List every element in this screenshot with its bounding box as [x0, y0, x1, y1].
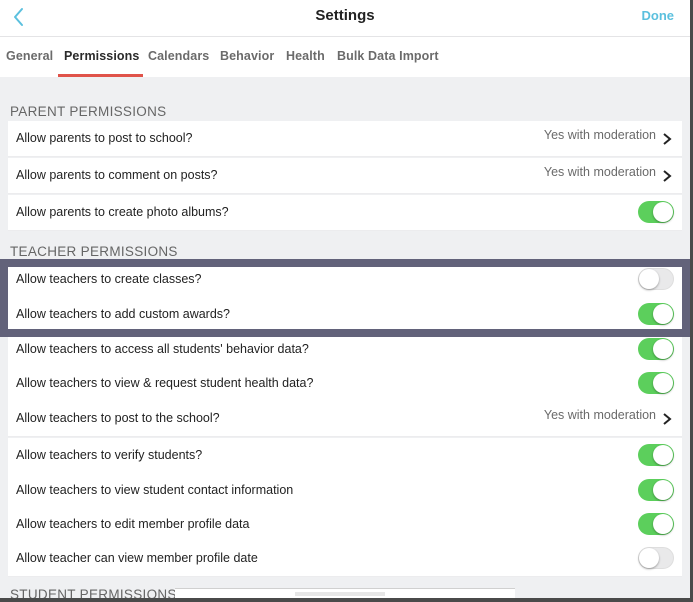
tab-health[interactable]: Health: [286, 49, 325, 63]
chevron-right-icon[interactable]: [662, 132, 672, 146]
toggle-knob: [653, 373, 673, 393]
tab-permissions[interactable]: Permissions: [64, 49, 139, 63]
setting-value[interactable]: Yes with moderation: [544, 165, 656, 179]
toggle-switch[interactable]: [638, 338, 674, 360]
toggle-knob: [653, 514, 673, 534]
toggle-knob: [653, 445, 673, 465]
done-button[interactable]: Done: [642, 8, 675, 23]
setting-row-teachers-edit-profile: Allow teachers to edit member profile da…: [8, 507, 682, 543]
setting-row-teachers-create-classes: Allow teachers to create classes?: [8, 262, 682, 298]
setting-label: Allow parents to comment on posts?: [16, 168, 218, 182]
tab-bulk-data-import[interactable]: Bulk Data Import: [337, 49, 439, 63]
tab-calendars[interactable]: Calendars: [148, 49, 209, 63]
toggle-switch[interactable]: [638, 513, 674, 535]
tab-behavior[interactable]: Behavior: [220, 49, 274, 63]
setting-row-parents-comment[interactable]: Allow parents to comment on posts? Yes w…: [8, 158, 682, 194]
active-tab-indicator: [58, 74, 143, 77]
setting-label: Allow parents to create photo albums?: [16, 205, 229, 219]
toggle-knob: [653, 480, 673, 500]
section-header-student-permissions: STUDENT PERMISSIONS: [10, 587, 177, 598]
setting-row-teachers-verify-students: Allow teachers to verify students?: [8, 438, 682, 474]
bottom-overlay-bar: [175, 588, 515, 598]
setting-row-teachers-behavior-data: Allow teachers to access all students' b…: [8, 332, 682, 368]
setting-label: Allow teachers to access all students' b…: [16, 342, 309, 356]
setting-row-teachers-custom-awards: Allow teachers to add custom awards?: [8, 297, 682, 333]
setting-label: Allow teachers to create classes?: [16, 272, 202, 286]
toggle-knob: [653, 304, 673, 324]
setting-label: Allow teachers to verify students?: [16, 448, 203, 462]
tab-general[interactable]: General: [6, 49, 53, 63]
setting-label: Allow teachers to add custom awards?: [16, 307, 230, 321]
setting-row-parents-photo-albums: Allow parents to create photo albums?: [8, 195, 682, 231]
setting-label: Allow parents to post to school?: [16, 131, 193, 145]
toggle-knob: [653, 339, 673, 359]
chevron-right-icon[interactable]: [662, 169, 672, 183]
toggle-switch[interactable]: [638, 479, 674, 501]
setting-label: Allow teachers to view student contact i…: [16, 483, 294, 497]
toggle-switch[interactable]: [638, 372, 674, 394]
section-header-parent-permissions: PARENT PERMISSIONS: [10, 104, 167, 119]
scroll-grip[interactable]: [295, 592, 385, 596]
setting-value[interactable]: Yes with moderation: [544, 408, 656, 422]
setting-row-teachers-contact-info: Allow teachers to view student contact i…: [8, 473, 682, 509]
section-header-teacher-permissions: TEACHER PERMISSIONS: [10, 244, 178, 259]
setting-label: Allow teachers to view & request student…: [16, 376, 314, 390]
setting-label: Allow teacher can view member profile da…: [16, 551, 258, 565]
setting-row-teachers-post-school[interactable]: Allow teachers to post to the school? Ye…: [8, 401, 682, 437]
toggle-knob: [639, 269, 659, 289]
chevron-right-icon[interactable]: [662, 412, 672, 426]
setting-label: Allow teachers to post to the school?: [16, 411, 220, 425]
navigation-bar: Settings Done: [0, 0, 690, 37]
toggle-switch[interactable]: [638, 201, 674, 223]
toggle-switch[interactable]: [638, 547, 674, 569]
toggle-knob: [639, 548, 659, 568]
setting-row-teachers-health-data: Allow teachers to view & request student…: [8, 366, 682, 402]
toggle-switch[interactable]: [638, 444, 674, 466]
toggle-switch[interactable]: [638, 268, 674, 290]
setting-value[interactable]: Yes with moderation: [544, 128, 656, 142]
setting-row-teacher-view-profile: Allow teacher can view member profile da…: [8, 541, 682, 577]
toggle-switch[interactable]: [638, 303, 674, 325]
settings-window: Settings Done General Permissions Calend…: [0, 0, 690, 598]
toggle-knob: [653, 202, 673, 222]
page-title: Settings: [315, 7, 375, 24]
tab-bar: General Permissions Calendars Behavior H…: [0, 37, 690, 77]
setting-label: Allow teachers to edit member profile da…: [16, 517, 250, 531]
setting-row-parents-post[interactable]: Allow parents to post to school? Yes wit…: [8, 121, 682, 157]
